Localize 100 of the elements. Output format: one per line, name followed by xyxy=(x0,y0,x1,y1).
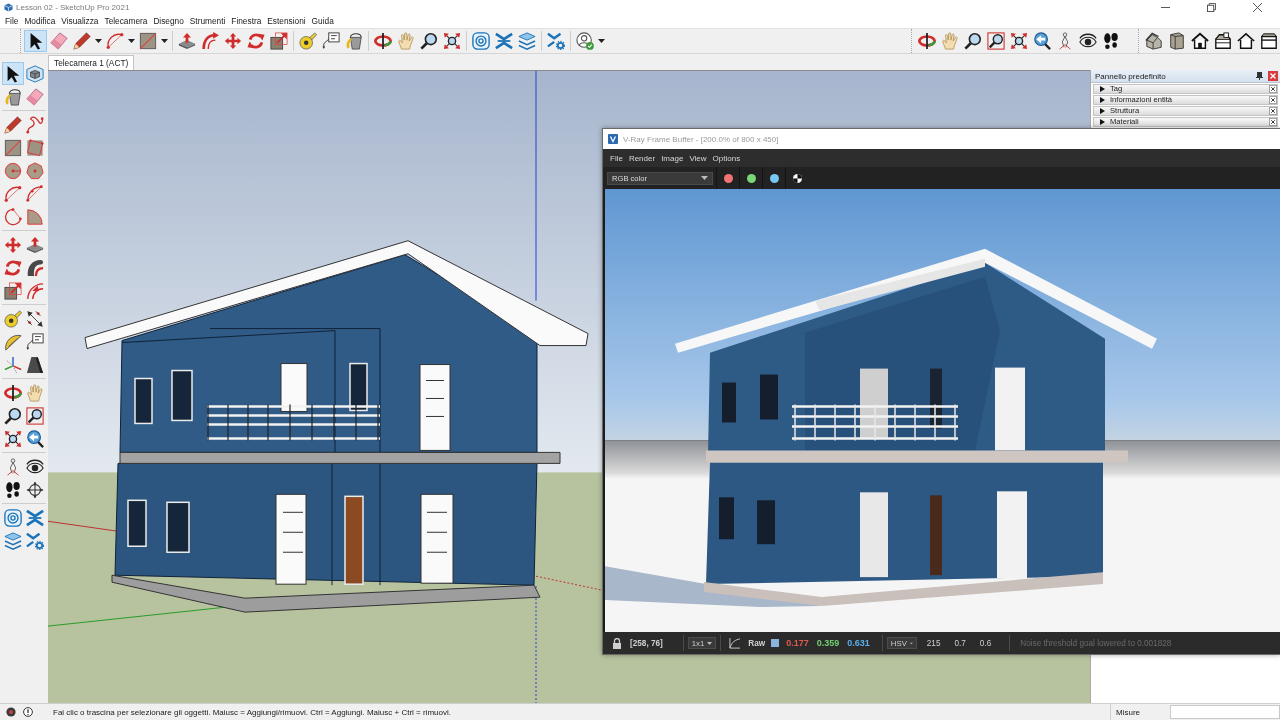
eye-icon xyxy=(1078,32,1097,50)
close-button[interactable] xyxy=(1269,107,1277,115)
menu-item[interactable]: Modifica xyxy=(21,15,59,27)
menu-item[interactable]: Guida xyxy=(308,15,337,27)
color-swatch-icon xyxy=(771,639,780,647)
magnifier-back-arrow-icon xyxy=(26,429,44,448)
tool-button[interactable] xyxy=(24,427,46,450)
caret-icon xyxy=(598,39,605,43)
menu-item[interactable]: Finestra xyxy=(228,15,265,27)
scene-tab[interactable]: Telecamera 1 (ACT) xyxy=(48,55,135,70)
pixel-value: 215 xyxy=(926,638,941,648)
close-button[interactable] xyxy=(1269,118,1277,126)
tool-button[interactable] xyxy=(915,30,938,52)
square-diagonal-arrow-icon xyxy=(269,32,288,50)
tool-button[interactable] xyxy=(24,62,46,85)
tool-button[interactable] xyxy=(267,30,290,52)
status-hint: Fai clic o trascina per selezionare gli oggetti. Maiusc = Aggiungi/rimuovi. Ctrl = Aggiungi. Maiusc + Ctrl = rimuovi. xyxy=(53,707,451,717)
tool-button[interactable] xyxy=(1234,30,1257,52)
tool-button[interactable] xyxy=(371,30,394,52)
measurements-field[interactable] xyxy=(1170,705,1280,719)
eye-icon xyxy=(26,457,44,476)
rectangle-icon xyxy=(139,32,157,50)
padlock-icon xyxy=(612,637,622,649)
concentric-circles-icon xyxy=(4,508,22,527)
crossed-chevrons-icon xyxy=(494,32,513,50)
caret-icon xyxy=(161,39,168,43)
menu-item[interactable]: Options xyxy=(709,153,744,163)
house-front-icon xyxy=(1190,32,1209,50)
tool-button[interactable] xyxy=(2,279,24,302)
menu-item[interactable]: Image xyxy=(658,153,687,163)
menu-item[interactable]: Render xyxy=(625,153,659,163)
checker-circle-icon xyxy=(792,173,802,183)
emblem-circle-icon xyxy=(6,707,16,717)
square-diagonal-arrow-icon xyxy=(4,281,22,300)
menu-item[interactable]: Telecamera xyxy=(101,15,151,27)
axes-icon xyxy=(4,355,22,374)
circle-arc-icon xyxy=(4,207,22,226)
hand-icon xyxy=(396,32,415,50)
four-arrows-icon xyxy=(4,235,22,254)
footprints-icon xyxy=(4,480,22,499)
tool-button[interactable] xyxy=(24,404,46,427)
curved-band-icon xyxy=(26,258,44,277)
tool-button[interactable] xyxy=(24,30,47,52)
tool-button[interactable] xyxy=(296,30,319,52)
tool-button[interactable] xyxy=(573,30,606,52)
close-button[interactable] xyxy=(1269,96,1277,104)
close-icon xyxy=(1269,118,1277,126)
standing-figure-icon xyxy=(4,457,22,476)
info-icon xyxy=(23,707,33,717)
hand-icon xyxy=(26,383,44,402)
caret-icon xyxy=(909,641,913,645)
menu-item[interactable]: Estensioni xyxy=(264,15,309,27)
chevron-badge-icon xyxy=(608,134,618,144)
ring-axis-icon xyxy=(4,383,22,402)
tool-button[interactable] xyxy=(2,307,24,330)
menu-item[interactable]: File xyxy=(607,153,626,163)
close-icon xyxy=(1269,85,1277,93)
paint-bucket-icon xyxy=(344,32,363,50)
magnifier-icon xyxy=(419,32,438,50)
tape-measure-icon xyxy=(4,309,22,328)
caret-icon xyxy=(128,39,135,43)
dimension-arrows-icon xyxy=(26,309,44,328)
measurements-label: Misure xyxy=(1116,707,1140,717)
chevrons-gear-icon xyxy=(546,32,565,50)
crossed-chevrons-icon xyxy=(26,508,44,527)
menu-item[interactable]: Strumenti xyxy=(186,15,229,27)
ring-axis-icon xyxy=(917,32,936,50)
pencil-icon xyxy=(4,115,22,134)
magnifier-arrows-icon xyxy=(4,429,22,448)
menu-item[interactable]: View xyxy=(686,153,710,163)
pencil-icon xyxy=(73,32,91,50)
user-check-icon xyxy=(576,32,594,50)
tool-button[interactable] xyxy=(2,62,24,85)
circular-arrows-icon xyxy=(246,32,265,50)
box-front-icon xyxy=(1259,32,1278,50)
magnifier-icon xyxy=(4,406,22,425)
minimize-icon xyxy=(1160,6,1170,8)
footprints-icon xyxy=(1101,32,1120,50)
callout-box-icon xyxy=(26,332,44,351)
ring-axis-icon xyxy=(373,32,392,50)
caret-icon xyxy=(95,39,102,43)
menu-item[interactable]: File xyxy=(2,15,22,27)
box-up-arrow-icon xyxy=(26,235,44,254)
paint-bucket-icon xyxy=(4,87,22,106)
close-button[interactable] xyxy=(1269,85,1277,93)
menu-item[interactable]: Disegno xyxy=(150,15,187,27)
tool-button[interactable] xyxy=(984,30,1007,52)
menu-item[interactable]: Visualizza xyxy=(58,15,102,27)
restore-icon xyxy=(1206,2,1216,12)
arc-icon xyxy=(106,32,124,50)
window-title: Lesson 02 - SketchUp Pro 2021 xyxy=(16,2,130,12)
house-box-icon xyxy=(1213,32,1232,50)
freehand-curve-icon xyxy=(26,115,44,134)
callout-box-icon xyxy=(321,32,340,50)
tool-button[interactable] xyxy=(1188,30,1211,52)
house-outline-icon xyxy=(1236,32,1255,50)
chevrons-gear-icon xyxy=(26,531,44,550)
circle-icon xyxy=(4,161,22,180)
magnifier-arrows-icon xyxy=(1009,32,1028,50)
pixel-value: 0.177 xyxy=(786,638,809,648)
